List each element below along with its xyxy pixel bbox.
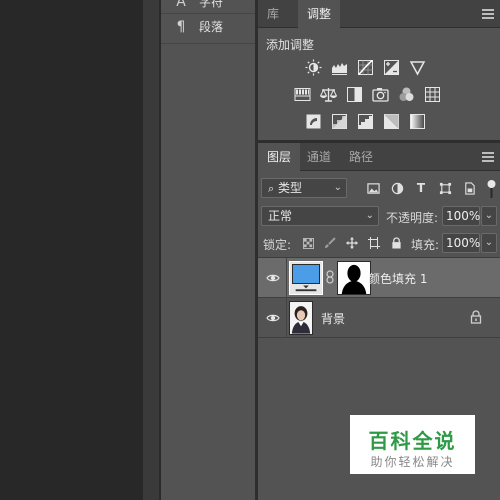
blend-opacity-row: 正常 ⌄ 不透明度: 100% ⌄: [261, 206, 497, 228]
layer-mask-thumbnail[interactable]: [337, 261, 371, 295]
posterize-icon[interactable]: [330, 112, 348, 130]
layer-row-background[interactable]: 背景: [258, 298, 500, 338]
lock-label: 锁定:: [263, 238, 292, 252]
exposure-icon[interactable]: [382, 58, 400, 76]
opacity-label: 不透明度:: [386, 211, 439, 225]
filter-toggle[interactable]: [487, 179, 496, 199]
type-tool-icon: A: [176, 0, 186, 10]
divider: [286, 298, 287, 338]
color-balance-icon[interactable]: [319, 85, 337, 103]
lock-transparency-icon[interactable]: [301, 235, 315, 251]
add-adjustment-title: 添加调整: [266, 38, 315, 52]
fill-input[interactable]: 100%: [442, 233, 480, 253]
divider: [161, 43, 256, 44]
canvas-area: [0, 0, 143, 500]
smart-object-filter-icon[interactable]: [461, 180, 477, 196]
character-paragraph-panel: A 字符 ¶ 段落: [160, 0, 256, 500]
blend-mode-select[interactable]: 正常 ⌄: [261, 206, 379, 226]
color-lookup-icon[interactable]: [423, 85, 441, 103]
divider: [161, 13, 256, 14]
chevron-down-icon: ⌄: [365, 210, 374, 221]
lock-pixels-brush-icon[interactable]: [323, 235, 337, 251]
photo-filter-icon[interactable]: [371, 85, 389, 103]
layer-row-color-fill[interactable]: 颜色填充 1: [258, 258, 500, 298]
pilcrow-icon: ¶: [176, 18, 186, 35]
filter-type-select[interactable]: ⌕ 类型 ⌄: [261, 178, 347, 198]
gradient-map-icon[interactable]: [408, 112, 426, 130]
panel-menu-icon[interactable]: [482, 9, 494, 19]
lock-icons: [301, 235, 403, 251]
chevron-down-icon: ⌄: [333, 182, 342, 193]
channel-mixer-icon[interactable]: [397, 85, 415, 103]
tab-paths[interactable]: 路径: [340, 143, 382, 171]
portrait-photo-icon: [290, 302, 312, 334]
panel-dock-strip: [143, 0, 160, 500]
blend-mode-value: 正常: [268, 209, 293, 223]
selective-color-icon[interactable]: [382, 112, 400, 130]
filter-icons: T: [365, 180, 477, 196]
black-white-icon[interactable]: [345, 85, 363, 103]
hue-saturation-icon[interactable]: [293, 85, 311, 103]
tab-libraries[interactable]: 库: [258, 0, 288, 28]
fill-dropdown[interactable]: ⌄: [481, 233, 497, 253]
layers-tabbar: 图层 通道 路径: [258, 143, 500, 171]
adjustment-filter-icon[interactable]: [389, 180, 405, 196]
divider: [286, 258, 287, 298]
layer-name[interactable]: 背景: [321, 310, 345, 327]
opacity-dropdown[interactable]: ⌄: [481, 206, 497, 226]
visibility-eye-icon[interactable]: [266, 311, 280, 325]
lock-artboard-icon[interactable]: [367, 235, 381, 251]
type-filter-icon[interactable]: T: [413, 180, 429, 196]
chain-link-icon[interactable]: [326, 270, 334, 284]
filter-type-label: 类型: [278, 181, 303, 195]
watermark-logo: 百科全说 助你轻松解决: [350, 415, 475, 474]
fill-label: 填充:: [411, 238, 440, 252]
paragraph-panel-button[interactable]: ¶ 段落: [175, 18, 223, 35]
fill-layer-thumbnail[interactable]: [289, 261, 323, 295]
threshold-icon[interactable]: [356, 112, 374, 130]
search-icon: ⌕: [268, 182, 275, 195]
adjustment-icons-row-3: [304, 112, 426, 130]
character-panel-button[interactable]: A 字符: [175, 0, 223, 10]
adjustments-tabbar: 库 调整: [258, 0, 500, 28]
lock-position-icon[interactable]: [345, 235, 359, 251]
panel-menu-icon[interactable]: [482, 152, 494, 162]
visibility-eye-icon[interactable]: [266, 271, 280, 285]
lock-fill-row: 锁定: 填充: 100% ⌄: [261, 233, 497, 255]
paragraph-label: 段落: [199, 20, 224, 34]
tab-channels[interactable]: 通道: [298, 143, 340, 171]
adjustment-icons-row-2: [293, 85, 441, 103]
vibrance-icon[interactable]: [408, 58, 426, 76]
background-thumbnail[interactable]: [289, 301, 313, 335]
tab-adjustments[interactable]: 调整: [298, 0, 341, 28]
curves-icon[interactable]: [356, 58, 374, 76]
brightness-contrast-icon[interactable]: [304, 58, 322, 76]
image-filter-icon[interactable]: [365, 180, 381, 196]
layer-name[interactable]: 颜色填充 1: [368, 270, 427, 287]
invert-icon[interactable]: [304, 112, 322, 130]
layer-filter-row: ⌕ 类型 ⌄ T: [261, 178, 497, 200]
shape-filter-icon[interactable]: [437, 180, 453, 196]
mask-silhouette-icon: [338, 262, 370, 294]
watermark-subtitle: 助你轻松解决: [370, 455, 455, 469]
adjustment-icons-row-1: [304, 58, 426, 76]
character-label: 字符: [199, 0, 224, 9]
levels-icon[interactable]: [330, 58, 348, 76]
opacity-input[interactable]: 100%: [442, 206, 480, 226]
lock-all-icon[interactable]: [389, 235, 403, 251]
lock-icon: [470, 310, 482, 324]
tab-layers[interactable]: 图层: [258, 143, 301, 171]
fill-layer-icon: [295, 285, 317, 292]
watermark-title: 百科全说: [368, 429, 457, 453]
